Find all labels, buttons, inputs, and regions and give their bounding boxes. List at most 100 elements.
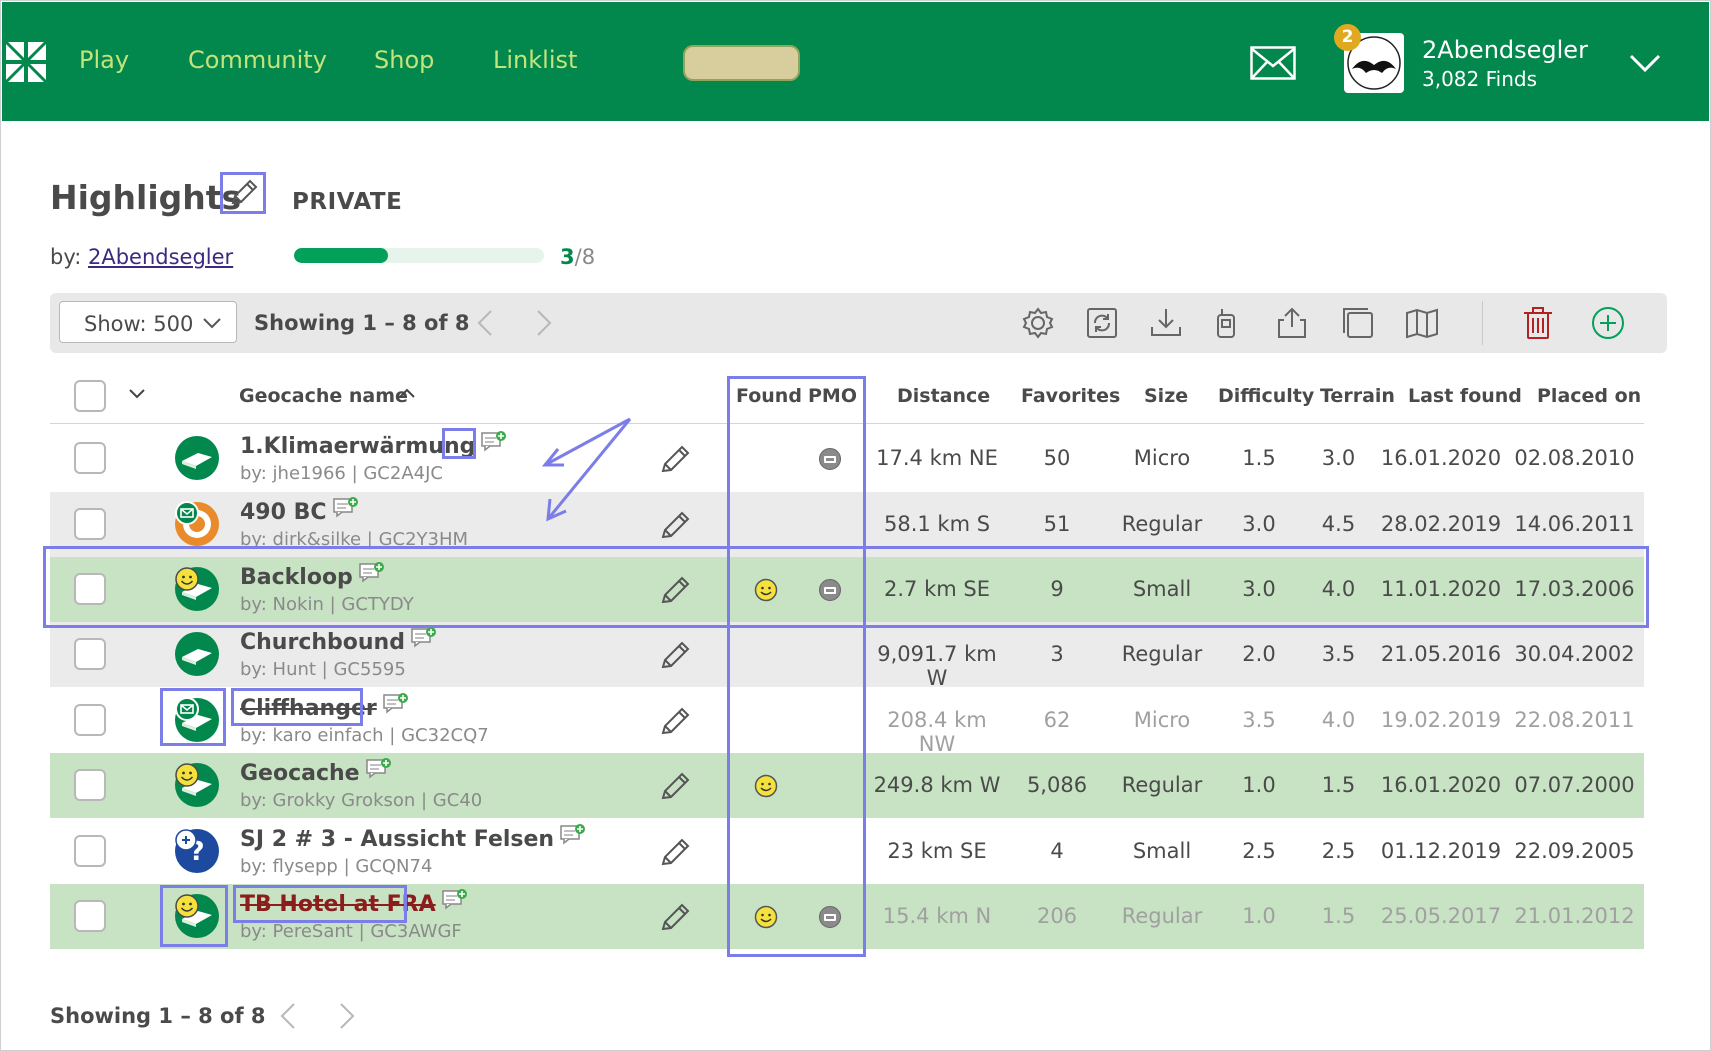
cache-owner-code: by: jhe1966 | GC2A4JC [240, 463, 443, 484]
cell-distance: 58.1 km S [883, 512, 991, 536]
copy-icon[interactable] [1340, 305, 1376, 341]
cache-name[interactable]: 490 BC [240, 500, 327, 525]
header-size[interactable]: Size [1144, 385, 1188, 407]
header-terrain[interactable]: Terrain [1320, 385, 1395, 407]
pencil-icon[interactable] [658, 769, 692, 803]
multi-cache-icon[interactable] [174, 501, 220, 547]
log-icon[interactable] [405, 627, 437, 655]
mail-icon[interactable] [1250, 46, 1296, 80]
cache-name[interactable]: Geocache [240, 761, 360, 786]
nav-community[interactable]: Community [188, 46, 327, 74]
found-traditional-icon[interactable] [174, 762, 220, 808]
list-toolbar: Show: 500 Showing 1 – 8 of 8 [50, 293, 1667, 353]
row-checkbox[interactable] [74, 769, 106, 801]
pencil-icon[interactable] [658, 835, 692, 869]
traditional-cache-icon[interactable] [174, 631, 220, 677]
nav-linklist[interactable]: Linklist [493, 46, 577, 74]
edit-title-button[interactable] [220, 172, 266, 214]
cache-name-link[interactable]: SJ 2 # 3 - Aussicht Felsen [240, 824, 586, 852]
cell-size: Regular [1121, 642, 1203, 666]
row-checkbox[interactable] [74, 508, 106, 540]
traditional-cache-icon[interactable] [174, 435, 220, 481]
pencil-icon[interactable] [658, 704, 692, 738]
cache-name[interactable]: 1.Klimaerwärmung [240, 434, 475, 459]
header-favorites[interactable]: Favorites [1021, 385, 1120, 407]
cell-last-found: 19.02.2019 [1380, 708, 1502, 732]
cell-favorites: 50 [1043, 446, 1071, 470]
cache-name-link[interactable]: Geocache [240, 758, 392, 786]
nav-shop[interactable]: Shop [374, 46, 434, 74]
next-page-icon[interactable] [534, 309, 554, 337]
footer-showing-count: Showing 1 – 8 of 8 [50, 1004, 266, 1028]
cache-owner-code: by: Grokky Grokson | GC40 [240, 790, 483, 811]
header-placed-on[interactable]: Placed on [1537, 385, 1641, 407]
log-icon[interactable] [377, 693, 409, 721]
pencil-icon[interactable] [658, 900, 692, 934]
top-navigation-bar: Play Community Shop Linklist 2 2Abendseg… [2, 2, 1709, 121]
row-checkbox[interactable] [74, 442, 106, 474]
select-all-checkbox[interactable] [74, 380, 106, 412]
cell-favorites: 4 [1050, 839, 1064, 863]
header-distance[interactable]: Distance [897, 385, 990, 407]
chevron-down-icon[interactable] [1628, 52, 1662, 74]
gps-icon[interactable] [1208, 305, 1244, 341]
by-label: by: [50, 245, 82, 269]
cache-name[interactable]: SJ 2 # 3 - Aussicht Felsen [240, 827, 554, 852]
geocaching-logo[interactable] [4, 40, 48, 84]
owner-link[interactable]: 2Abendsegler [88, 245, 233, 269]
cell-last-found: 21.05.2016 [1380, 642, 1502, 666]
progress-total: /8 [574, 245, 596, 269]
map-icon[interactable] [1404, 305, 1440, 341]
progress-done: 3 [560, 245, 575, 269]
cache-owner-code: by: PereSant | GC3AWGF [240, 921, 462, 942]
page-title: Highlights [50, 178, 242, 217]
cell-favorites: 62 [1043, 708, 1071, 732]
header-geocache-name[interactable]: Geocache name [239, 385, 408, 407]
pencil-icon[interactable] [658, 442, 692, 476]
nav-upgrade-button[interactable] [683, 45, 800, 81]
show-select[interactable]: Show: 500 [59, 301, 237, 343]
pencil-icon[interactable] [658, 508, 692, 542]
cell-size: Regular [1121, 512, 1203, 536]
type-icon-highlight-2 [160, 885, 228, 947]
settings-icon[interactable] [1020, 305, 1056, 341]
prev-page-icon[interactable] [475, 309, 495, 337]
log-icon[interactable] [327, 497, 359, 525]
cell-terrain: 4.5 [1321, 512, 1356, 536]
header-last-found[interactable]: Last found [1408, 385, 1522, 407]
chevron-down-icon[interactable] [128, 388, 146, 400]
cell-last-found: 16.01.2020 [1380, 773, 1502, 797]
cell-difficulty: 2.0 [1242, 642, 1276, 666]
footer-prev-page-icon[interactable] [278, 1002, 298, 1030]
user-name[interactable]: 2Abendsegler [1422, 36, 1588, 64]
cell-size: Regular [1121, 904, 1203, 928]
cache-name[interactable]: Churchbound [240, 630, 405, 655]
sort-ascending-icon[interactable] [398, 387, 416, 399]
header-difficulty[interactable]: Difficulty [1218, 385, 1314, 407]
cell-favorites: 3 [1050, 642, 1064, 666]
row-checkbox[interactable] [74, 704, 106, 736]
log-icon[interactable] [475, 431, 507, 459]
log-icon[interactable] [436, 889, 468, 917]
cell-terrain: 3.0 [1321, 446, 1356, 470]
row-checkbox[interactable] [74, 638, 106, 670]
cache-name-link[interactable]: 490 BC [240, 497, 359, 525]
pencil-icon[interactable] [658, 638, 692, 672]
log-icon[interactable] [360, 758, 392, 786]
download-icon[interactable] [1148, 305, 1184, 341]
cell-distance: 15.4 km N [882, 904, 992, 928]
cell-size: Micro [1133, 708, 1191, 732]
log-icon[interactable] [554, 824, 586, 852]
cache-name-link[interactable]: Churchbound [240, 627, 437, 655]
row-checkbox[interactable] [74, 900, 106, 932]
footer-next-page-icon[interactable] [337, 1002, 357, 1030]
refresh-icon[interactable] [1084, 305, 1120, 341]
delete-icon[interactable] [1520, 305, 1556, 341]
add-icon[interactable] [1590, 305, 1626, 341]
share-icon[interactable] [1274, 305, 1310, 341]
nav-play[interactable]: Play [79, 46, 129, 74]
cell-placed-on: 30.04.2002 [1514, 642, 1635, 666]
mystery-cache-icon[interactable]: ? [174, 828, 220, 874]
row-checkbox[interactable] [74, 835, 106, 867]
chevron-down-icon [203, 318, 221, 329]
